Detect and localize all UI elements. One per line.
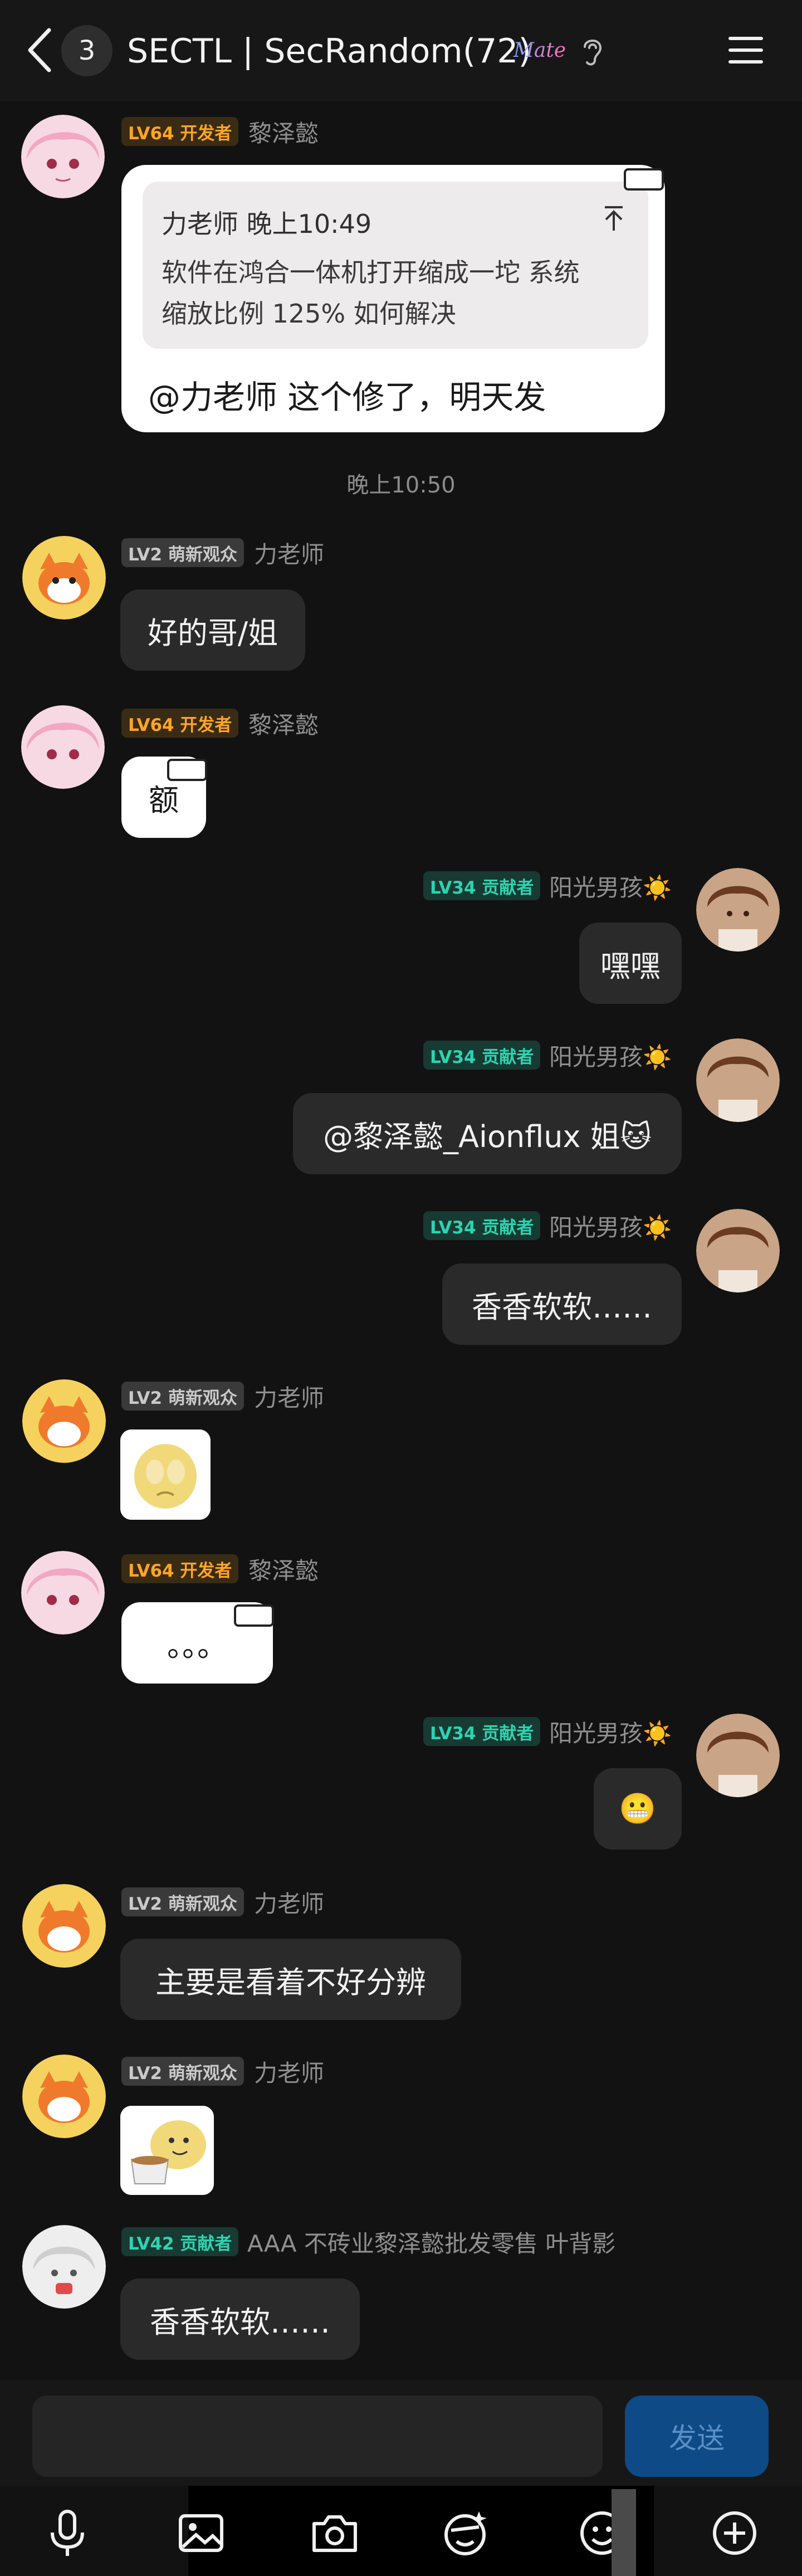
image-icon[interactable] [176, 2508, 226, 2558]
avatar-aaa-user[interactable] [22, 2225, 106, 2309]
message-bubble[interactable]: 😬 [594, 1768, 682, 1850]
level-badge: LV34 贡献者 [423, 871, 541, 900]
sender-name: 力老师 [254, 1890, 325, 1918]
sticker-face-icon[interactable] [440, 2508, 490, 2558]
jump-to-original-icon[interactable] [602, 205, 626, 233]
bottom-toolbar [0, 2486, 802, 2576]
level-badge: LV34 贡献者 [423, 1041, 541, 1070]
quoted-author-time: 力老师 晚上10:49 [162, 209, 372, 239]
message-bubble[interactable]: 主要是看着不好分辨 [120, 1939, 461, 2020]
chat-header: 3 SECTL | SecRandom(72) Mate [0, 0, 802, 101]
avatar-sunshine-boy[interactable] [696, 868, 780, 952]
message-bubble[interactable]: 嘿嘿 [579, 923, 682, 1004]
scrollbar-thumb[interactable] [612, 2489, 636, 2576]
reply-text: @力老师 这个修了，明天发 [148, 378, 546, 416]
message-bubble[interactable]: @黎泽懿_Aionflux 姐🐱 [293, 1093, 682, 1174]
message-bubble[interactable]: 香香软软…… [442, 1263, 682, 1345]
crying-blob-sticker-image[interactable] [120, 1430, 211, 1520]
mate-badge-icon: Mate [513, 39, 566, 62]
quoted-text: 软件在鸿合一体机打开缩成一坨 系统 缩放比例 125% 如何解决 [162, 252, 629, 334]
avatar-lizeyi[interactable] [21, 705, 105, 789]
unread-count-badge[interactable]: 3 [61, 25, 113, 76]
sender-name: 黎泽懿 [248, 1557, 319, 1584]
quoted-text-line: 软件在鸿合一体机打开缩成一坨 系统 [162, 257, 580, 287]
level-badge: LV42 贡献者 [121, 2227, 239, 2256]
quoted-text-line: 缩放比例 125% 如何解决 [162, 299, 456, 329]
level-badge: LV34 贡献者 [423, 1717, 541, 1746]
sender-name: 阳光男孩☀️ [549, 1043, 672, 1071]
level-badge: LV64 开发者 [121, 117, 239, 146]
tea-blob-sticker-image[interactable] [120, 2106, 214, 2195]
avatar-lizeyi[interactable] [21, 115, 105, 198]
sender-name: 阳光男孩☀️ [549, 1719, 672, 1747]
avatar-sunshine-boy[interactable] [696, 1714, 780, 1797]
level-badge: LV64 开发者 [121, 1554, 239, 1583]
level-badge: LV2 萌新观众 [121, 538, 244, 567]
bubble-corner-decoration [234, 1604, 274, 1627]
avatar-sunshine-boy[interactable] [696, 1209, 780, 1292]
sender-name: AAA 不砖业黎泽懿批发零售 叶背影 [247, 2229, 616, 2257]
reply-message-card[interactable]: 力老师 晚上10:49 软件在鸿合一体机打开缩成一坨 系统 缩放比例 125% … [121, 165, 665, 432]
bubble-corner-decoration [167, 759, 207, 781]
camera-icon[interactable] [310, 2508, 360, 2558]
level-badge: LV34 贡献者 [423, 1211, 541, 1240]
level-badge: LV2 萌新观众 [121, 1887, 244, 1916]
input-bar: 发送 [0, 2380, 802, 2486]
time-separator: 晚上10:50 [346, 472, 456, 498]
mate-badge-text: Mate [513, 39, 566, 62]
sender-name: 阳光男孩☀️ [549, 1213, 672, 1241]
message-bubble[interactable]: 好的哥/姐 [120, 589, 305, 671]
bubble-corner-decoration [624, 168, 664, 191]
avatar-li-teacher[interactable] [22, 2055, 106, 2138]
level-badge: LV2 萌新观众 [121, 2057, 244, 2086]
menu-icon[interactable] [727, 35, 764, 66]
quoted-message[interactable]: 力老师 晚上10:49 软件在鸿合一体机打开缩成一坨 系统 缩放比例 125% … [143, 182, 648, 349]
back-arrow-icon[interactable] [25, 27, 56, 74]
sender-name: 力老师 [254, 1384, 325, 1412]
avatar-lizeyi[interactable] [21, 1551, 105, 1635]
level-badge: LV2 萌新观众 [121, 1382, 244, 1411]
avatar-li-teacher[interactable] [22, 1379, 106, 1463]
group-title: SECTL | SecRandom(72) [127, 32, 531, 71]
avatar-li-teacher[interactable] [22, 1884, 106, 1968]
sender-name: 力老师 [254, 2059, 325, 2087]
sender-name: 阳光男孩☀️ [549, 874, 672, 901]
ear-icon[interactable] [579, 35, 606, 68]
sender-name: 黎泽懿 [248, 711, 319, 739]
sender-name: 力老师 [254, 540, 325, 568]
message-input[interactable] [32, 2396, 603, 2477]
message-bubble[interactable]: 香香软软…… [120, 2279, 360, 2360]
avatar-sunshine-boy[interactable] [696, 1038, 780, 1122]
send-button[interactable]: 发送 [625, 2396, 769, 2477]
microphone-icon[interactable] [42, 2508, 92, 2558]
plus-icon[interactable] [710, 2508, 760, 2558]
sender-name: 黎泽懿 [248, 119, 319, 147]
level-badge: LV64 开发者 [121, 709, 239, 738]
avatar-li-teacher[interactable] [22, 536, 106, 619]
